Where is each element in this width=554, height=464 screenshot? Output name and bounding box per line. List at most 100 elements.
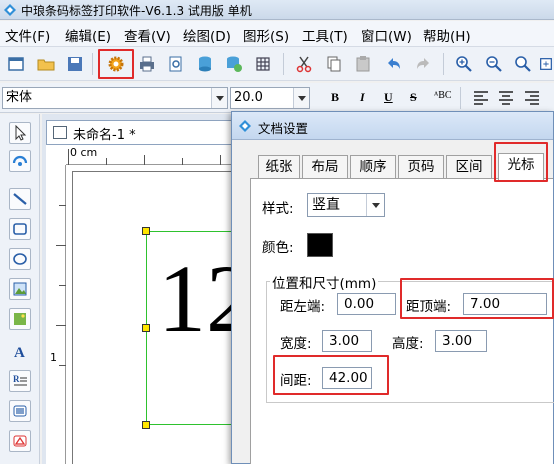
- line-tool[interactable]: [9, 188, 31, 210]
- letter-a-icon: A: [14, 345, 25, 359]
- bold-button[interactable]: B: [331, 90, 339, 105]
- rotate-tool[interactable]: [9, 150, 31, 172]
- tab-range[interactable]: 区间: [446, 155, 492, 179]
- grid-icon: [256, 57, 270, 71]
- zoom-fit-button[interactable]: [511, 52, 535, 76]
- document-tab[interactable]: 未命名-1 *: [46, 120, 236, 144]
- tab-layout[interactable]: 布局: [302, 155, 348, 179]
- vertical-ruler: 1: [46, 165, 66, 464]
- resize-handle-top-left[interactable]: [142, 227, 150, 235]
- app-icon: [4, 4, 16, 16]
- barcode-tool[interactable]: [9, 400, 31, 422]
- shape-tool[interactable]: [9, 430, 31, 452]
- tab-page-number[interactable]: 页码: [398, 155, 444, 179]
- rotate-icon: [12, 155, 28, 166]
- menu-help[interactable]: 帮助(H): [423, 25, 471, 45]
- width-input[interactable]: 3.00: [322, 330, 372, 352]
- folder-icon: [37, 59, 55, 71]
- menu-view[interactable]: 查看(V): [124, 25, 171, 45]
- text-tool[interactable]: A: [9, 340, 31, 362]
- fit-page-icon: [540, 58, 552, 70]
- new-button[interactable]: [4, 52, 28, 76]
- rich-text-icon: R: [13, 374, 27, 386]
- underline-button[interactable]: U: [384, 90, 393, 105]
- font-family-select[interactable]: 宋体: [2, 87, 228, 109]
- ruler-label: 0 cm: [70, 146, 98, 159]
- title-bar: 中琅条码标签打印软件-V6.1.3 试用版 单机: [0, 0, 554, 20]
- color-swatch[interactable]: [307, 233, 333, 257]
- tab-order[interactable]: 顺序: [350, 155, 396, 179]
- left-offset-input[interactable]: 0.00: [337, 293, 396, 315]
- highlight-spacing: [273, 355, 389, 395]
- zoom-out-button[interactable]: [482, 52, 506, 76]
- rectangle-tool[interactable]: [9, 218, 31, 240]
- align-center-icon: [499, 91, 513, 105]
- tab-paper[interactable]: 纸张: [258, 155, 300, 179]
- chevron-down-icon: [366, 194, 384, 216]
- menu-bar: 文件(F) 编辑(E) 查看(V) 绘图(D) 图形(S) 工具(T) 窗口(W…: [0, 21, 554, 47]
- vertical-ruler-label: 1: [50, 351, 57, 364]
- align-center-button[interactable]: [494, 86, 518, 110]
- dialog-app-icon: [239, 120, 251, 132]
- copy-button[interactable]: [322, 52, 346, 76]
- save-button[interactable]: [63, 52, 87, 76]
- paste-button[interactable]: [351, 52, 375, 76]
- pointer-icon: [15, 125, 27, 141]
- height-label: 高度:: [392, 336, 424, 352]
- tab-cursor[interactable]: 光标: [498, 153, 544, 180]
- resize-handle-bottom-left[interactable]: [142, 421, 150, 429]
- height-input[interactable]: 3.00: [435, 330, 487, 352]
- zoom-out-icon: [486, 56, 502, 72]
- menu-draw[interactable]: 绘图(D): [183, 25, 231, 45]
- style-value: 竖直: [312, 197, 340, 213]
- menu-file[interactable]: 文件(F): [5, 25, 50, 45]
- zoom-page-button[interactable]: [538, 52, 554, 76]
- copy-icon: [327, 56, 341, 72]
- paste-icon: [356, 56, 370, 72]
- main-toolbar: [0, 47, 554, 81]
- color-label: 颜色:: [262, 240, 294, 256]
- line-icon: [13, 193, 27, 205]
- image-library-tool[interactable]: [9, 308, 31, 330]
- print-button[interactable]: [135, 52, 159, 76]
- zoom-in-icon: [456, 56, 472, 72]
- open-button[interactable]: [34, 52, 58, 76]
- database-settings-button[interactable]: [222, 52, 246, 76]
- position-size-group-label: 位置和尺寸(mm): [270, 272, 379, 292]
- menu-shape[interactable]: 图形(S): [243, 25, 289, 45]
- rich-text-tool[interactable]: R: [9, 370, 31, 392]
- strikethrough-button[interactable]: S: [410, 90, 417, 105]
- undo-button[interactable]: [382, 52, 406, 76]
- style-select[interactable]: 竖直: [307, 193, 385, 217]
- menu-edit[interactable]: 编辑(E): [65, 25, 111, 45]
- rectangle-icon: [13, 223, 27, 235]
- print-preview-button[interactable]: [164, 52, 188, 76]
- drawing-toolbar: A R: [0, 114, 40, 464]
- menu-window[interactable]: 窗口(W): [361, 25, 412, 45]
- dialog-title: 文档设置: [258, 121, 309, 136]
- font-size-value: 20.0: [234, 90, 263, 105]
- italic-button[interactable]: I: [360, 90, 365, 105]
- database-icon: [199, 56, 211, 72]
- select-tool[interactable]: [9, 122, 31, 144]
- resize-handle-left[interactable]: [142, 324, 150, 332]
- ellipse-tool[interactable]: [9, 248, 31, 270]
- menu-tools[interactable]: 工具(T): [302, 25, 348, 45]
- special-format-button[interactable]: ᴬBC: [434, 90, 452, 101]
- new-document-icon: [8, 57, 24, 71]
- floppy-icon: [68, 57, 82, 71]
- cut-button[interactable]: [292, 52, 316, 76]
- zoom-in-button[interactable]: [452, 52, 476, 76]
- landscape-icon: [14, 313, 26, 325]
- grid-button[interactable]: [251, 52, 275, 76]
- align-left-button[interactable]: [469, 86, 493, 110]
- undo-icon: [388, 58, 400, 69]
- image-tool[interactable]: [9, 278, 31, 300]
- align-right-button[interactable]: [520, 86, 544, 110]
- style-label: 样式:: [262, 201, 294, 217]
- svg-text:A: A: [14, 345, 25, 359]
- font-size-select[interactable]: 20.0: [230, 87, 310, 109]
- left-offset-label: 距左端:: [280, 299, 326, 315]
- database-button[interactable]: [193, 52, 217, 76]
- redo-button[interactable]: [411, 52, 435, 76]
